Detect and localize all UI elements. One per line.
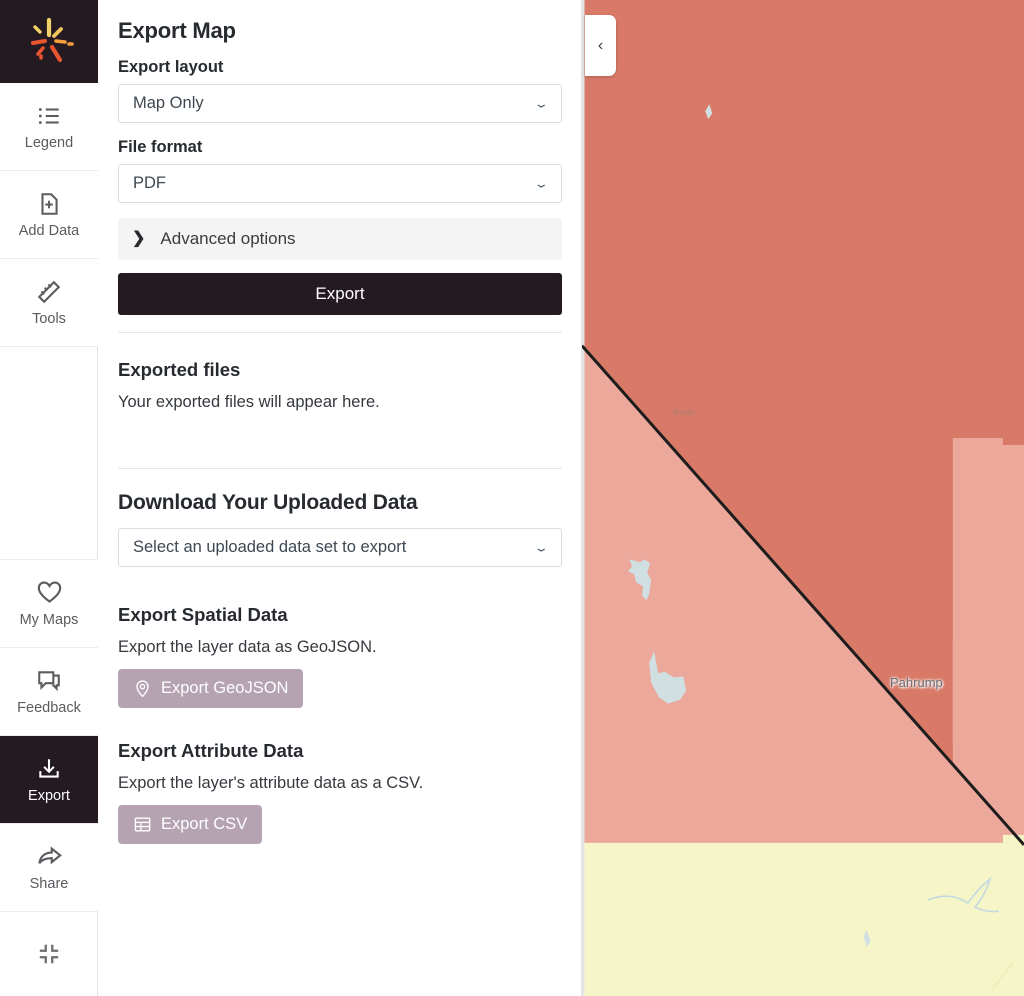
- sidebar-item-export[interactable]: Export: [0, 736, 98, 824]
- sidebar-item-feedback[interactable]: Feedback: [0, 648, 98, 736]
- download-icon: [39, 759, 59, 778]
- map-canvas: [582, 0, 1024, 996]
- tools-icon: [37, 280, 61, 303]
- sidebar-item-share[interactable]: Share: [0, 824, 98, 912]
- export-panel: Export Map Export layout Map Only ⌄ File…: [98, 0, 582, 996]
- export-csv-button[interactable]: Export CSV: [118, 805, 263, 844]
- chevron-right-icon: ❯: [132, 230, 146, 247]
- left-nav-rail: Legend Add Data Tools My Maps Feedback E…: [0, 0, 98, 996]
- collapse-panel-button[interactable]: ‹: [585, 15, 616, 76]
- uploaded-dataset-value: Select an uploaded data set to export: [133, 538, 407, 556]
- chevron-down-icon: ⌄: [533, 540, 550, 555]
- chevron-down-icon: ⌄: [533, 96, 550, 111]
- file-format-label: File format: [118, 138, 203, 156]
- export-button[interactable]: Export: [118, 273, 562, 315]
- divider: [118, 332, 562, 333]
- collapse-corners-icon: [39, 944, 58, 964]
- file-format-select[interactable]: PDF ⌄: [118, 164, 562, 203]
- export-geojson-label: Export GeoJSON: [161, 679, 289, 697]
- map-pin-icon: [136, 680, 149, 698]
- chevron-left-icon: ‹: [597, 36, 604, 54]
- export-spatial-heading: Export Spatial Data: [118, 604, 288, 625]
- file-format-value: PDF: [133, 174, 166, 192]
- sidebar-item-add-data[interactable]: Add Data: [0, 171, 98, 259]
- starburst-logo-icon: [31, 17, 74, 62]
- export-spatial-description: Export the layer data as GeoJSON.: [118, 638, 377, 656]
- file-plus-icon: [41, 192, 58, 215]
- app-root: Legend Add Data Tools My Maps Feedback E…: [0, 0, 1024, 996]
- export-layout-select[interactable]: Map Only ⌄: [118, 84, 562, 123]
- page-title: Export Map: [118, 18, 236, 43]
- export-csv-label: Export CSV: [161, 815, 248, 833]
- sidebar-item-tools[interactable]: Tools: [0, 259, 98, 347]
- export-layout-label: Export layout: [118, 58, 224, 76]
- sidebar-item-legend[interactable]: Legend: [0, 83, 98, 171]
- app-logo[interactable]: [0, 0, 98, 83]
- chevron-down-icon: ⌄: [533, 176, 550, 191]
- export-attribute-heading: Export Attribute Data: [118, 740, 304, 761]
- sidebar-item-label: My Maps: [19, 612, 79, 629]
- sidebar-item-label: Legend: [24, 134, 74, 151]
- sidebar-item-label: Feedback: [17, 699, 81, 716]
- chat-icon: [38, 671, 60, 691]
- export-geojson-button[interactable]: Export GeoJSON: [118, 669, 304, 708]
- sidebar-item-my-maps[interactable]: My Maps: [0, 560, 98, 648]
- exported-files-empty-text: Your exported files will appear here.: [118, 393, 380, 411]
- sidebar-item-label: Add Data: [18, 222, 80, 239]
- divider: [118, 468, 562, 469]
- sidebar-item-label: Share: [29, 876, 69, 893]
- rail-spacer: [0, 347, 97, 560]
- sidebar-item-label: Tools: [32, 310, 66, 327]
- download-uploaded-heading: Download Your Uploaded Data: [118, 491, 418, 514]
- uploaded-dataset-select[interactable]: Select an uploaded data set to export ⌄: [118, 528, 562, 567]
- exported-files-heading: Exported files: [118, 359, 241, 380]
- advanced-options-label: Advanced options: [160, 229, 296, 248]
- export-attribute-description: Export the layer's attribute data as a C…: [118, 774, 424, 792]
- heart-icon: [37, 581, 61, 604]
- list-icon: [38, 107, 59, 124]
- collapse-rail-button[interactable]: [0, 912, 97, 996]
- sidebar-item-label: Export: [28, 787, 70, 804]
- map-viewport[interactable]: ‹ Pahrump Beatty: [582, 0, 1024, 996]
- table-grid-icon: [134, 817, 151, 832]
- export-layout-value: Map Only: [133, 94, 204, 112]
- advanced-options-toggle[interactable]: ❯ Advanced options: [118, 218, 562, 260]
- share-icon: [37, 846, 62, 865]
